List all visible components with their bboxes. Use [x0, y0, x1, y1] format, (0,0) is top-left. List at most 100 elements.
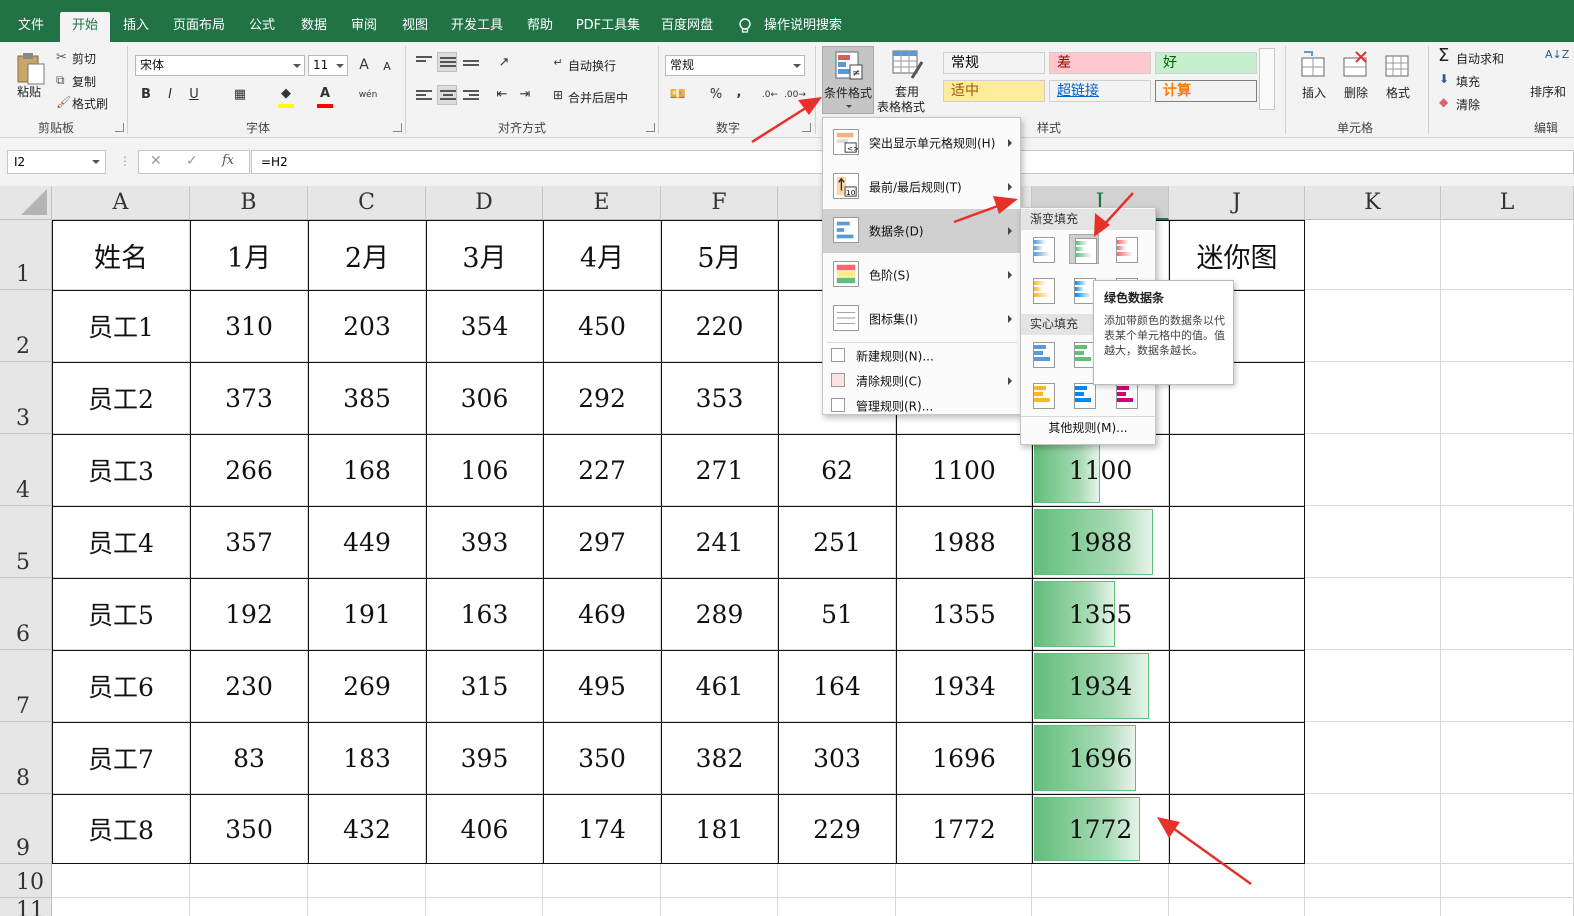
menu-icon-sets[interactable]: 图标集(I) — [823, 297, 1020, 341]
cancel-icon[interactable]: ✕ — [150, 153, 162, 169]
value-cell[interactable]: 385 — [308, 362, 426, 434]
format-cells-icon[interactable] — [1384, 48, 1412, 78]
tab-insert[interactable]: 插入 — [114, 12, 158, 42]
format-as-table-label-2[interactable]: 表格格式 — [877, 98, 925, 115]
value-cell[interactable]: 395 — [426, 722, 543, 794]
grow-font-button[interactable]: A — [354, 55, 374, 75]
insert-cells-icon[interactable] — [1300, 50, 1328, 78]
phonetic-guide-button[interactable]: wén — [358, 85, 378, 105]
tab-help[interactable]: 帮助 — [518, 12, 562, 42]
tab-home[interactable]: 开始 — [60, 12, 110, 42]
number-launcher-icon[interactable] — [802, 123, 811, 132]
cell[interactable] — [1441, 220, 1574, 290]
tab-pdf-tools[interactable]: PDF工具集 — [570, 12, 646, 42]
value-cell[interactable]: 382 — [661, 722, 778, 794]
row-header-7[interactable]: 7 — [0, 650, 52, 722]
value-cell[interactable]: 168 — [308, 434, 426, 506]
styles-gallery-scroll[interactable] — [1259, 48, 1275, 110]
value-cell[interactable]: 1772 — [1032, 794, 1169, 864]
cell[interactable] — [1441, 864, 1574, 898]
value-cell[interactable]: 350 — [190, 794, 308, 864]
wrap-text-button[interactable]: 自动换行 — [568, 57, 616, 74]
value-cell[interactable]: 1934 — [896, 650, 1032, 722]
tab-view[interactable]: 视图 — [393, 12, 437, 42]
format-as-table-icon[interactable] — [892, 50, 924, 80]
cell[interactable] — [1441, 578, 1574, 650]
value-cell[interactable]: 83 — [190, 722, 308, 794]
value-cell[interactable]: 292 — [543, 362, 661, 434]
border-icon[interactable]: ▦ — [230, 85, 250, 105]
cell[interactable] — [426, 898, 543, 916]
employee-name-cell[interactable]: 员工3 — [52, 434, 190, 506]
cell[interactable] — [1305, 898, 1441, 916]
gradient-red-data-bar-icon[interactable] — [1111, 234, 1141, 264]
align-right-icon[interactable] — [463, 90, 479, 102]
name-box[interactable]: I2 — [7, 150, 106, 174]
value-cell[interactable]: 269 — [308, 650, 426, 722]
paste-button[interactable]: 粘贴 — [17, 83, 41, 100]
value-cell[interactable]: 449 — [308, 506, 426, 578]
value-cell[interactable]: 251 — [778, 506, 896, 578]
row-header-6[interactable]: 6 — [0, 578, 52, 650]
clipboard-launcher-icon[interactable] — [115, 123, 124, 132]
employee-name-cell[interactable]: 员工2 — [52, 362, 190, 434]
menu-top-bottom-rules[interactable]: 10 最前/最后规则(T) — [823, 165, 1020, 209]
value-cell[interactable]: 266 — [190, 434, 308, 506]
orientation-icon[interactable]: ↗ — [494, 53, 514, 73]
format-cells-button[interactable]: 格式 — [1386, 84, 1410, 101]
value-cell[interactable]: 1100 — [896, 434, 1032, 506]
value-cell[interactable]: 230 — [190, 650, 308, 722]
value-cell[interactable]: 227 — [543, 434, 661, 506]
shrink-font-button[interactable]: A — [377, 57, 397, 77]
value-cell[interactable]: 181 — [661, 794, 778, 864]
value-cell[interactable]: 220 — [661, 290, 778, 362]
autosum-button[interactable]: 自动求和 — [1456, 50, 1504, 67]
value-cell[interactable]: 1355 — [1032, 578, 1169, 650]
underline-button[interactable]: U — [184, 85, 204, 105]
column-header-d[interactable]: D — [426, 186, 543, 220]
increase-indent-icon[interactable]: ⇥ — [515, 85, 535, 105]
value-cell[interactable]: 289 — [661, 578, 778, 650]
number-format-select[interactable]: 常规 — [665, 55, 805, 76]
column-header-a[interactable]: A — [52, 186, 190, 220]
select-all-button[interactable] — [0, 186, 52, 220]
cell[interactable] — [1305, 362, 1441, 434]
decrease-decimal-icon[interactable]: .00→ — [784, 85, 806, 105]
tab-formulas[interactable]: 公式 — [240, 12, 284, 42]
tab-review[interactable]: 审阅 — [342, 12, 386, 42]
cell[interactable] — [1441, 794, 1574, 864]
cell[interactable] — [778, 864, 896, 898]
font-size-select[interactable]: 11 — [308, 55, 348, 76]
value-cell[interactable]: 241 — [661, 506, 778, 578]
value-cell[interactable]: 183 — [308, 722, 426, 794]
cell[interactable] — [308, 864, 426, 898]
value-cell[interactable]: 106 — [426, 434, 543, 506]
delete-cells-icon[interactable] — [1342, 50, 1370, 78]
delete-cells-button[interactable]: 删除 — [1344, 84, 1368, 101]
employee-name-cell[interactable]: 员工6 — [52, 650, 190, 722]
value-cell[interactable]: 350 — [543, 722, 661, 794]
cut-button[interactable]: 剪切 — [72, 50, 96, 67]
font-name-select[interactable]: 宋体 — [135, 55, 305, 76]
cell[interactable] — [896, 898, 1032, 916]
employee-name-cell[interactable]: 员工8 — [52, 794, 190, 864]
gradient-blue-data-bar-icon[interactable] — [1028, 234, 1058, 264]
value-cell[interactable]: 192 — [190, 578, 308, 650]
cell-style-bad[interactable]: 差 — [1049, 52, 1151, 74]
value-cell[interactable]: 393 — [426, 506, 543, 578]
cell[interactable] — [661, 898, 778, 916]
value-cell[interactable]: 315 — [426, 650, 543, 722]
value-cell[interactable]: 174 — [543, 794, 661, 864]
column-header-b[interactable]: B — [190, 186, 308, 220]
font-color-button[interactable]: A — [315, 84, 335, 104]
column-header-f[interactable]: F — [661, 186, 778, 220]
value-cell[interactable]: 164 — [778, 650, 896, 722]
cell[interactable] — [1169, 578, 1305, 650]
cell[interactable] — [52, 898, 190, 916]
menu-manage-rules[interactable]: 管理规则(R)... — [823, 393, 1020, 418]
cell[interactable] — [543, 864, 661, 898]
insert-cells-button[interactable]: 插入 — [1302, 84, 1326, 101]
value-cell[interactable]: 1988 — [1032, 506, 1169, 578]
tab-page-layout[interactable]: 页面布局 — [166, 12, 232, 42]
cell[interactable] — [1305, 794, 1441, 864]
